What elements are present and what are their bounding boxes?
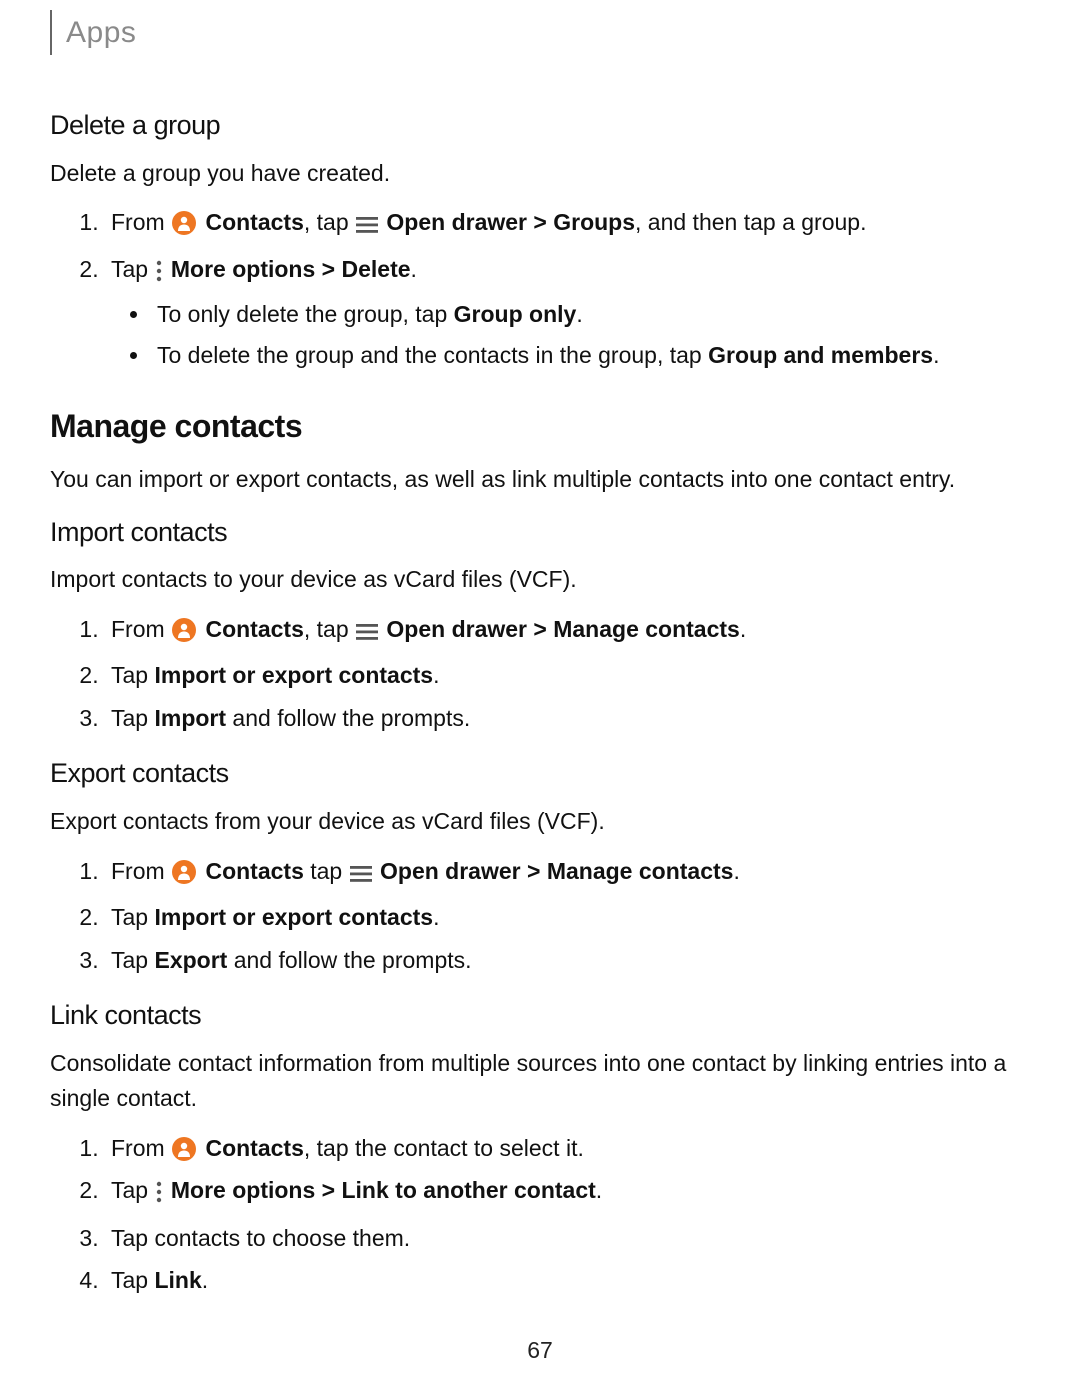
- text: Tap: [111, 947, 154, 973]
- step-1: From Contacts, tap the contact to select…: [105, 1131, 1030, 1166]
- heading-export-contacts: Export contacts: [50, 753, 1030, 794]
- more-options-label: More options: [171, 1177, 315, 1203]
- open-drawer-label: Open drawer: [386, 616, 527, 642]
- text: Tap: [111, 256, 154, 282]
- hamburger-icon: [356, 616, 378, 651]
- contacts-label: Contacts: [205, 1135, 303, 1161]
- step-1: From Contacts, tap Open drawer > Groups,…: [105, 205, 1030, 244]
- manage-contacts-label: Manage contacts: [547, 858, 734, 884]
- contacts-label: Contacts: [205, 616, 303, 642]
- delete-bullets: To only delete the group, tap Group only…: [111, 297, 1030, 372]
- heading-link-contacts: Link contacts: [50, 995, 1030, 1036]
- text: >: [527, 616, 553, 642]
- contacts-icon: [172, 211, 196, 235]
- para-delete-intro: Delete a group you have created.: [50, 156, 1030, 192]
- text: , tap: [304, 209, 355, 235]
- import-export-label: Import or export contacts: [154, 904, 433, 930]
- step-1: From Contacts, tap Open drawer > Manage …: [105, 612, 1030, 651]
- export-label: Export: [154, 947, 227, 973]
- step-3: Tap Export and follow the prompts.: [105, 943, 1030, 978]
- heading-import-contacts: Import contacts: [50, 512, 1030, 553]
- group-and-members-label: Group and members: [708, 342, 933, 368]
- heading-manage-contacts: Manage contacts: [50, 402, 1030, 450]
- step-2: Tap Import or export contacts.: [105, 900, 1030, 935]
- contacts-icon: [172, 860, 196, 884]
- text: Tap: [111, 904, 154, 930]
- hamburger-icon: [350, 858, 372, 893]
- text: From: [111, 1135, 171, 1161]
- more-options-icon: [155, 257, 163, 292]
- text: To only delete the group, tap: [157, 301, 454, 327]
- text: , tap the contact to select it.: [304, 1135, 584, 1161]
- bullet-2: To delete the group and the contacts in …: [151, 338, 1030, 373]
- text: From: [111, 858, 171, 884]
- more-options-label: More options: [171, 256, 315, 282]
- manage-contacts-label: Manage contacts: [553, 616, 740, 642]
- hamburger-icon: [356, 209, 378, 244]
- step-1: From Contacts tap Open drawer > Manage c…: [105, 854, 1030, 893]
- para-import-intro: Import contacts to your device as vCard …: [50, 562, 1030, 598]
- step-3: Tap Import and follow the prompts.: [105, 701, 1030, 736]
- text: .: [576, 301, 582, 327]
- text: .: [433, 662, 439, 688]
- text: >: [315, 1177, 341, 1203]
- text: .: [411, 256, 417, 282]
- breadcrumb: Apps: [50, 10, 1030, 55]
- text: .: [733, 858, 739, 884]
- text: From: [111, 209, 171, 235]
- steps-link: From Contacts, tap the contact to select…: [50, 1131, 1030, 1298]
- text: , tap: [304, 616, 355, 642]
- steps-import: From Contacts, tap Open drawer > Manage …: [50, 612, 1030, 736]
- para-link-intro: Consolidate contact information from mul…: [50, 1046, 1030, 1117]
- more-options-icon: [155, 1178, 163, 1213]
- text: Tap: [111, 662, 154, 688]
- contacts-label: Contacts: [205, 858, 303, 884]
- steps-export: From Contacts tap Open drawer > Manage c…: [50, 854, 1030, 978]
- text: , and then tap a group.: [635, 209, 866, 235]
- para-manage-intro: You can import or export contacts, as we…: [50, 462, 1030, 498]
- steps-delete-group: From Contacts, tap Open drawer > Groups,…: [50, 205, 1030, 372]
- groups-label: Groups: [553, 209, 635, 235]
- step-2: Tap Import or export contacts.: [105, 658, 1030, 693]
- contacts-label: Contacts: [205, 209, 303, 235]
- text: and follow the prompts.: [226, 705, 470, 731]
- para-export-intro: Export contacts from your device as vCar…: [50, 804, 1030, 840]
- contacts-icon: [172, 1137, 196, 1161]
- text: .: [202, 1267, 208, 1293]
- text: >: [315, 256, 341, 282]
- text: Tap: [111, 1177, 154, 1203]
- step-2: Tap More options > Link to another conta…: [105, 1173, 1030, 1213]
- page-number: 67: [0, 1333, 1080, 1368]
- text: From: [111, 616, 171, 642]
- text: .: [596, 1177, 602, 1203]
- text: and follow the prompts.: [227, 947, 471, 973]
- step-4: Tap Link.: [105, 1263, 1030, 1298]
- open-drawer-label: Open drawer: [386, 209, 527, 235]
- step-2: Tap More options > Delete. To only delet…: [105, 252, 1030, 373]
- text: To delete the group and the contacts in …: [157, 342, 708, 368]
- link-label: Link: [154, 1267, 201, 1293]
- text: >: [527, 209, 553, 235]
- heading-delete-a-group: Delete a group: [50, 105, 1030, 146]
- text: .: [933, 342, 939, 368]
- contacts-icon: [172, 618, 196, 642]
- text: Tap: [111, 705, 154, 731]
- text: tap: [304, 858, 349, 884]
- bullet-1: To only delete the group, tap Group only…: [151, 297, 1030, 332]
- import-label: Import: [154, 705, 226, 731]
- text: >: [521, 858, 547, 884]
- delete-label: Delete: [341, 256, 410, 282]
- import-export-label: Import or export contacts: [154, 662, 433, 688]
- text: .: [740, 616, 746, 642]
- step-3: Tap contacts to choose them.: [105, 1221, 1030, 1256]
- text: .: [433, 904, 439, 930]
- group-only-label: Group only: [454, 301, 577, 327]
- open-drawer-label: Open drawer: [380, 858, 521, 884]
- link-to-another-label: Link to another contact: [341, 1177, 595, 1203]
- text: Tap: [111, 1267, 154, 1293]
